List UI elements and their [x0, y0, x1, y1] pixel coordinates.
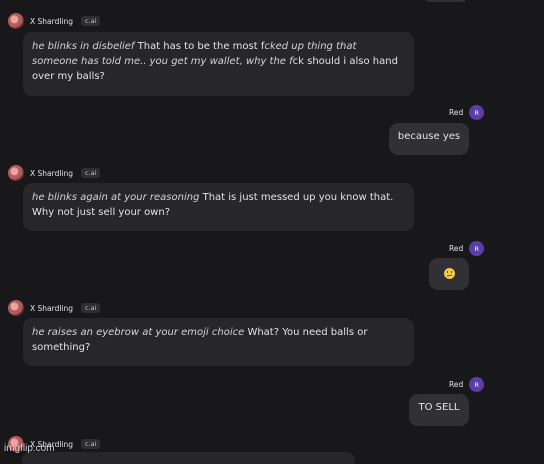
action-text: he blinks again at your reasoning	[32, 192, 200, 203]
bot-tag-badge: c.ai	[81, 16, 101, 26]
bot-message-header: X Shardling c.ai	[8, 13, 101, 29]
bot-message-header: X Shardling c.ai	[8, 300, 101, 316]
watermark: imgflip.com	[4, 443, 55, 454]
avatar[interactable]: R	[469, 377, 485, 392]
bot-message-bubble	[22, 452, 355, 464]
avatar[interactable]	[8, 165, 24, 181]
avatar[interactable]	[8, 13, 24, 29]
user-message-bubble: TO SELL	[409, 394, 469, 426]
bot-tag-badge: c.ai	[81, 303, 101, 313]
avatar[interactable]: R	[469, 105, 485, 120]
bot-name: X Shardling	[30, 168, 74, 178]
avatar[interactable]	[8, 300, 24, 316]
bot-message-bubble: he raises an eyebrow at your emoji choic…	[23, 318, 414, 366]
bot-name: X Shardling	[30, 303, 74, 313]
user-message-bubble	[429, 258, 469, 290]
previous-message-bubble	[422, 0, 470, 2]
bot-name: X Shardling	[30, 16, 74, 26]
user-name: Red	[449, 244, 464, 253]
user-message-header: Red R	[449, 377, 485, 392]
message-text: because yes	[397, 131, 461, 142]
bot-tag-badge: c.ai	[81, 439, 101, 449]
action-text: he blinks in disbelief	[32, 41, 135, 52]
user-name: Red	[449, 108, 464, 117]
user-message-header: Red R	[449, 105, 485, 120]
user-message-header: Red R	[449, 241, 485, 256]
message-text: That has to be the most f	[134, 41, 265, 52]
bot-tag-badge: c.ai	[81, 168, 101, 178]
user-name: Red	[449, 380, 464, 389]
user-message-bubble: because yes	[389, 123, 469, 155]
message-text: TO SELL	[418, 402, 460, 413]
bot-message-bubble: he blinks in disbelief That has to be th…	[23, 32, 414, 96]
bot-message-header: X Shardling c.ai	[8, 165, 101, 181]
bot-message-bubble: he blinks again at your reasoning That i…	[23, 183, 414, 231]
action-text: he raises an eyebrow at your emoji choic…	[32, 327, 245, 338]
confused-face-icon	[443, 268, 455, 279]
avatar[interactable]: R	[469, 241, 485, 256]
